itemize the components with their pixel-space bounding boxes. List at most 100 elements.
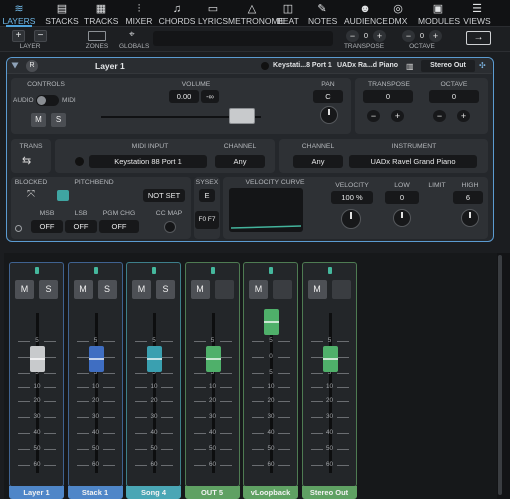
remove-layer-button[interactable]: − — [34, 30, 47, 42]
views-icon: ☰ — [472, 3, 482, 15]
nav-tab-stacks[interactable]: ▤ STACKS — [45, 0, 79, 27]
solo-button[interactable]: S — [51, 113, 66, 127]
strip-solo-button[interactable] — [273, 280, 292, 299]
strip-solo-button[interactable]: S — [39, 280, 58, 299]
search-field[interactable] — [153, 31, 333, 46]
high-knob[interactable] — [461, 209, 479, 227]
layer-transpose-plus[interactable]: + — [391, 110, 404, 122]
collapse-icon[interactable] — [12, 63, 19, 69]
strip-solo-button[interactable]: S — [156, 280, 175, 299]
strip-solo-button[interactable] — [214, 280, 234, 299]
strip-solo-button[interactable]: S — [97, 280, 117, 299]
velocity-knob[interactable] — [341, 209, 361, 229]
add-layer-button[interactable]: + — [12, 30, 25, 42]
msb-value[interactable]: OFF — [31, 220, 63, 233]
strip-mute-button[interactable]: M — [73, 280, 93, 299]
nav-tab-metronome[interactable]: △ METRONOME — [228, 0, 284, 27]
midi-input-selector[interactable]: Keystation 88 Port 1 — [89, 155, 207, 168]
lsb-label: LSB — [74, 210, 88, 217]
fader-tick: 20 — [135, 397, 173, 404]
layer-transpose-value[interactable]: 0 — [363, 90, 413, 103]
strip-name[interactable]: vLoopback — [243, 486, 298, 499]
low-value[interactable]: 0 — [385, 191, 419, 204]
nav-tab-modules[interactable]: ▣ MODULES — [418, 0, 460, 27]
layer-octave-minus[interactable]: − — [433, 110, 446, 122]
instrument-selector[interactable]: UADx Ravel Grand Piano — [349, 155, 477, 168]
midi-input-label: MIDI INPUT — [131, 143, 169, 150]
nav-tab-layers[interactable]: ≋ LAYERS — [2, 0, 36, 27]
lsb-value[interactable]: OFF — [65, 220, 97, 233]
transpose-plus-button[interactable]: + — [373, 30, 386, 42]
layer-octave-plus[interactable]: + — [457, 110, 470, 122]
strip-name[interactable]: OUT 5 — [184, 486, 240, 499]
pitchbend-color-swatch[interactable] — [57, 190, 69, 201]
fader-cap[interactable] — [88, 346, 104, 372]
record-badge[interactable]: R — [26, 60, 38, 72]
strip-mute-button[interactable]: M — [132, 280, 151, 299]
mute-button[interactable]: M — [31, 113, 46, 127]
sysex-filter-button[interactable]: F0 F7 — [195, 211, 219, 229]
nav-tab-mixer[interactable]: ⫶ MIXER — [124, 0, 154, 27]
octave-minus-button[interactable]: − — [402, 30, 415, 42]
pan-value[interactable]: C — [313, 90, 343, 103]
volume-slider-thumb[interactable] — [229, 108, 255, 124]
strip-mute-button[interactable]: M — [15, 280, 34, 299]
pitchbend-value[interactable]: NOT SET — [143, 189, 185, 202]
strip-solo-button[interactable] — [331, 280, 351, 299]
fader-cap[interactable] — [147, 346, 162, 372]
channel-in-selector[interactable]: Any — [215, 155, 265, 168]
fader-cap[interactable] — [264, 309, 279, 335]
strip-name[interactable]: Stack 1 — [67, 486, 123, 499]
link-icon[interactable]: ✣ — [479, 61, 486, 70]
nav-tab-tracks[interactable]: ▦ TRACKS — [84, 0, 118, 27]
octave-plus-button[interactable]: + — [429, 30, 442, 42]
fader-cap[interactable] — [322, 346, 338, 372]
audio-midi-toggle[interactable] — [36, 95, 59, 106]
blocked-icon[interactable]: ⤧ — [27, 189, 35, 200]
nav-tab-audience[interactable]: ☻ AUDIENCE — [344, 0, 388, 27]
midi-filter-box: BLOCKED ⤧ PITCHBEND NOT SET MSB OFF LSB … — [11, 177, 191, 239]
transpose-value: 0 — [363, 31, 369, 40]
top-navigation: ≋ LAYERS ▤ STACKS ▦ TRACKS ⫶ MIXER ♫ CHORDS ▭ LYRIC… — [0, 0, 510, 27]
nav-tab-lyrics[interactable]: ▭ LYRICS — [198, 0, 228, 27]
pgm-chg-value[interactable]: OFF — [99, 220, 139, 233]
fader-tick: 5 — [76, 337, 115, 344]
nav-tab-views[interactable]: ☰ VIEWS — [462, 0, 492, 27]
strip-name[interactable]: Song 4 — [126, 486, 181, 499]
cc-map-button[interactable] — [164, 221, 176, 233]
sysex-value[interactable]: E — [199, 189, 215, 202]
nav-tab-chords[interactable]: ♫ CHORDS — [158, 0, 196, 27]
level-led — [35, 267, 39, 274]
volume-value[interactable]: 0.00 — [169, 90, 199, 103]
transpose-minus-button[interactable]: − — [346, 30, 359, 42]
output-selector[interactable]: Stereo Out — [421, 60, 475, 72]
pan-knob[interactable] — [320, 106, 338, 124]
velocity-value[interactable]: 100 % — [331, 191, 373, 204]
instrument-summary[interactable]: UADx Ra...d Piano — [337, 62, 398, 69]
low-knob[interactable] — [393, 209, 411, 227]
strip-name[interactable]: Stereo Out — [301, 486, 357, 499]
scrollbar[interactable] — [497, 253, 510, 499]
zones-icon[interactable] — [88, 31, 106, 41]
expand-indicator[interactable] — [15, 225, 22, 232]
input-summary[interactable]: Keystati...8 Port 1 — [273, 62, 332, 69]
layer-transpose-minus[interactable]: − — [367, 110, 380, 122]
strip-mute-button[interactable]: M — [249, 280, 268, 299]
strip-name[interactable]: Layer 1 — [9, 486, 64, 499]
strip-mute-button[interactable]: M — [190, 280, 210, 299]
fader-cap[interactable] — [30, 346, 45, 372]
high-value[interactable]: 6 — [453, 191, 483, 204]
channel-out-selector[interactable]: Any — [293, 155, 343, 168]
layer-octave-value[interactable]: 0 — [429, 90, 479, 103]
layer-name[interactable]: Layer 1 — [95, 61, 125, 71]
trans-icon[interactable]: ⇆ — [22, 154, 31, 167]
level-led — [93, 267, 98, 274]
nav-tab-beat[interactable]: ◫ BEAT — [276, 0, 300, 27]
next-arrow-button[interactable]: → — [466, 31, 491, 45]
nav-tab-dmx[interactable]: ◎ DMX — [386, 0, 410, 27]
nav-tab-notes[interactable]: ✎ NOTES — [308, 0, 337, 27]
velocity-curve-graph[interactable] — [229, 188, 303, 232]
globals-icon[interactable]: ⌖ — [129, 29, 135, 40]
strip-mute-button[interactable]: M — [307, 280, 327, 299]
fader-cap[interactable] — [205, 346, 221, 372]
